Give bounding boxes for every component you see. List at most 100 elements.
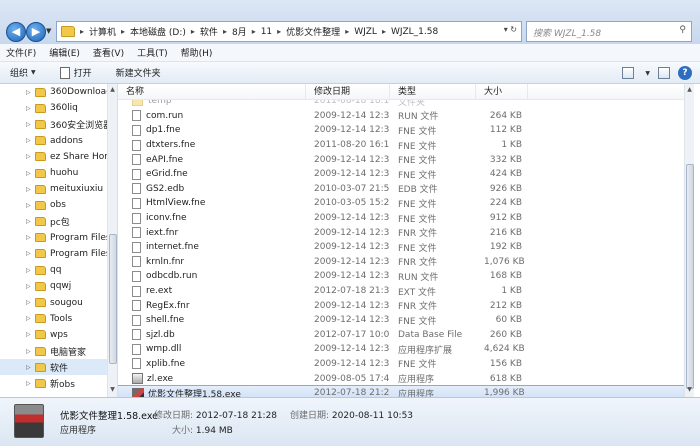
address-box[interactable]: ▸ 计算机 ▸ 本地磁盘 (D:) ▸ 软件 ▸ 8月 ▸ 11 ▸ 优影文件整理 ▸ WJZL ▸ WJZ… — [56, 21, 522, 42]
chevron-right-icon[interactable]: ▸ — [80, 27, 84, 36]
nav-folder-item[interactable]: ▷ huohu — [0, 165, 107, 181]
expand-arrow-icon[interactable]: ▷ — [26, 380, 31, 387]
breadcrumb-item[interactable]: 软件 — [200, 25, 218, 38]
search-input[interactable]: 搜索 WJZL_1.58 ⚲ — [526, 21, 692, 42]
view-options-icon[interactable] — [622, 67, 635, 79]
nav-folder-item[interactable]: ▷ Program Files — [0, 230, 107, 246]
file-row[interactable]: wmp.dll 2009-12-14 12:36 应用程序扩展 4,624 KB — [118, 342, 684, 357]
file-row[interactable]: dtxters.fne 2011-08-20 16:18 FNE 文件 1 KB — [118, 138, 684, 153]
menu-item[interactable]: 工具(T) — [137, 46, 168, 59]
navigation-scrollbar[interactable]: ▲ ▼ — [107, 84, 117, 397]
help-icon[interactable]: ? — [678, 66, 692, 80]
file-row[interactable]: xplib.fne 2009-12-14 12:36 FNE 文件 156 KB — [118, 357, 684, 372]
file-row[interactable]: dp1.fne 2009-12-14 12:36 FNE 文件 112 KB — [118, 123, 684, 138]
scroll-thumb[interactable] — [686, 164, 694, 389]
chevron-right-icon[interactable]: ▸ — [277, 27, 281, 36]
file-row[interactable]: 优影文件整理1.58.exe 2012-07-18 21:28 应用程序 1,996 … — [118, 384, 684, 397]
expand-arrow-icon[interactable]: ▷ — [26, 89, 31, 96]
expand-arrow-icon[interactable]: ▷ — [26, 250, 31, 257]
breadcrumb-item[interactable]: 计算机 — [89, 25, 116, 38]
nav-folder-item[interactable]: ▷ 新obs — [0, 375, 107, 391]
file-row[interactable]: RegEx.fnr 2009-12-14 12:36 FNR 文件 212 KB — [118, 298, 684, 313]
expand-arrow-icon[interactable]: ▷ — [26, 331, 31, 338]
file-row[interactable]: HtmlView.fne 2010-03-05 15:27 FNE 文件 224 KB — [118, 196, 684, 211]
menu-item[interactable]: 帮助(H) — [181, 46, 213, 59]
file-row[interactable]: eAPI.fne 2009-12-14 12:36 FNE 文件 332 KB — [118, 152, 684, 167]
nav-folder-item[interactable]: ▷ 电脑管家 — [0, 343, 107, 359]
breadcrumb-item[interactable]: 本地磁盘 (D:) — [130, 25, 186, 38]
scroll-up-icon[interactable]: ▲ — [108, 86, 117, 95]
scroll-up-icon[interactable]: ▲ — [685, 86, 694, 95]
nav-folder-item[interactable]: ▷ 360liq — [0, 100, 107, 116]
expand-arrow-icon[interactable]: ▷ — [26, 348, 31, 355]
nav-folder-item[interactable]: ▷ 软件 — [0, 359, 107, 376]
open-button[interactable]: 打开 — [59, 66, 92, 79]
nav-folder-item[interactable]: ▷ obs — [0, 197, 107, 213]
breadcrumb-item[interactable]: 11 — [261, 27, 272, 37]
expand-arrow-icon[interactable]: ▷ — [26, 283, 31, 290]
breadcrumb-item[interactable]: 8月 — [232, 25, 247, 38]
file-row[interactable]: odbcdb.run 2009-12-14 12:36 RUN 文件 168 KB — [118, 269, 684, 284]
nav-folder-item[interactable]: ▷ meituxiuxiu — [0, 181, 107, 197]
forward-button[interactable]: ▶ — [26, 22, 46, 42]
file-row[interactable]: zl.exe 2009-08-05 17:40 应用程序 618 KB — [118, 371, 684, 386]
new-folder-button[interactable]: 新建文件夹 — [116, 66, 161, 79]
menu-item[interactable]: 编辑(E) — [49, 46, 80, 59]
expand-arrow-icon[interactable]: ▷ — [26, 153, 31, 160]
expand-arrow-icon[interactable]: ▷ — [26, 121, 31, 128]
breadcrumb-item[interactable]: WJZL — [354, 27, 377, 37]
recent-pages-dropdown[interactable]: ▼ — [46, 27, 51, 35]
expand-arrow-icon[interactable]: ▷ — [26, 267, 31, 274]
file-row[interactable]: GS2.edb 2010-03-07 21:53 EDB 文件 926 KB — [118, 182, 684, 197]
nav-folder-item[interactable]: ▷ sougou — [0, 294, 107, 310]
refresh-icon[interactable]: ▾ ↻ — [504, 25, 517, 34]
file-row[interactable]: com.run 2009-12-14 12:36 RUN 文件 264 KB — [118, 109, 684, 124]
chevron-right-icon[interactable]: ▸ — [121, 27, 125, 36]
nav-folder-item[interactable]: ▷ 360Downloads — [0, 84, 107, 100]
nav-folder-item[interactable]: ▷ 360安全浏览器 — [0, 116, 107, 132]
column-type[interactable]: 类型 — [390, 84, 476, 100]
chevron-right-icon[interactable]: ▸ — [191, 27, 195, 36]
chevron-right-icon[interactable]: ▸ — [223, 27, 227, 36]
file-row[interactable]: krnln.fnr 2009-12-14 12:36 FNR 文件 1,076 KB — [118, 255, 684, 270]
nav-folder-item[interactable]: ▷ addons — [0, 133, 107, 149]
chevron-down-icon[interactable]: ▼ — [645, 70, 650, 77]
scroll-down-icon[interactable]: ▼ — [108, 386, 117, 395]
preview-pane-icon[interactable] — [658, 67, 670, 79]
column-name[interactable]: 名称 — [118, 84, 306, 100]
nav-folder-item[interactable]: ▷ qqwj — [0, 278, 107, 294]
breadcrumb-item[interactable]: WJZL_1.58 — [391, 27, 438, 37]
column-date[interactable]: 修改日期 — [306, 84, 390, 100]
file-row[interactable]: eGrid.fne 2009-12-14 12:36 FNE 文件 424 KB — [118, 167, 684, 182]
chevron-right-icon[interactable]: ▸ — [345, 27, 349, 36]
back-button[interactable]: ◀ — [6, 22, 26, 42]
scroll-thumb[interactable] — [109, 234, 117, 364]
nav-folder-item[interactable]: ▷ qq — [0, 262, 107, 278]
file-row[interactable]: iconv.fne 2009-12-14 12:36 FNE 文件 912 KB — [118, 211, 684, 226]
nav-folder-item[interactable]: ▷ wps — [0, 327, 107, 343]
file-row[interactable]: sjzl.db 2012-07-17 10:09 Data Base File 260… — [118, 328, 684, 343]
file-row[interactable]: shell.fne 2009-12-14 12:36 FNE 文件 60 KB — [118, 313, 684, 328]
nav-folder-item[interactable]: ▷ pc包 — [0, 214, 107, 230]
scroll-down-icon[interactable]: ▼ — [685, 386, 694, 395]
breadcrumb-item[interactable]: 优影文件整理 — [286, 25, 340, 38]
expand-arrow-icon[interactable]: ▷ — [26, 299, 31, 306]
expand-arrow-icon[interactable]: ▷ — [26, 137, 31, 144]
column-size[interactable]: 大小 — [476, 84, 528, 100]
file-row[interactable]: internet.fne 2009-12-14 12:36 FNE 文件 192 KB — [118, 240, 684, 255]
file-row[interactable]: re.ext 2012-07-18 21:35 EXT 文件 1 KB — [118, 284, 684, 299]
expand-arrow-icon[interactable]: ▷ — [26, 315, 31, 322]
chevron-right-icon[interactable]: ▸ — [252, 27, 256, 36]
expand-arrow-icon[interactable]: ▷ — [26, 186, 31, 193]
nav-folder-item[interactable]: ▷ Tools — [0, 311, 107, 327]
file-list-scrollbar[interactable]: ▲ ▼ — [684, 84, 694, 397]
expand-arrow-icon[interactable]: ▷ — [26, 105, 31, 112]
expand-arrow-icon[interactable]: ▷ — [26, 218, 31, 225]
organize-button[interactable]: 组织 ▼ — [10, 66, 36, 79]
menu-item[interactable]: 文件(F) — [6, 46, 36, 59]
nav-folder-item[interactable]: ▷ ez Share Hom — [0, 149, 107, 165]
nav-folder-item[interactable]: ▷ Program Files — [0, 246, 107, 262]
chevron-right-icon[interactable]: ▸ — [382, 27, 386, 36]
menu-item[interactable]: 查看(V) — [93, 46, 124, 59]
expand-arrow-icon[interactable]: ▷ — [26, 364, 31, 371]
